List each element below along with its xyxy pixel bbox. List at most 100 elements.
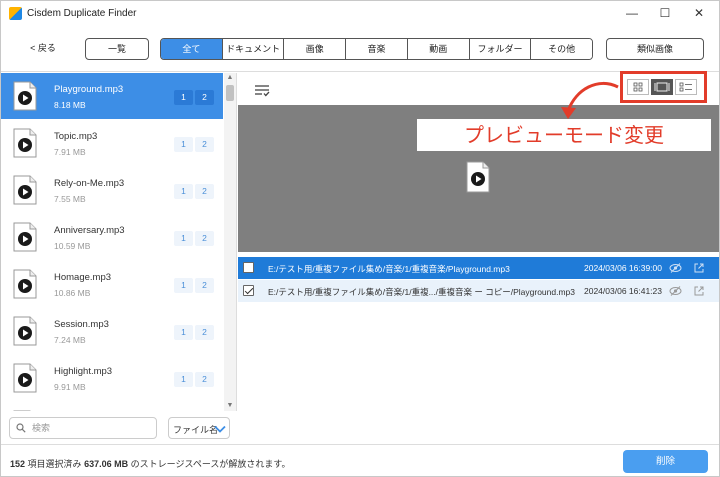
duplicate-badge: 2 bbox=[195, 184, 214, 199]
duplicate-badge: 2 bbox=[195, 231, 214, 246]
duplicate-badge: 1 bbox=[174, 137, 193, 152]
close-button[interactable]: ✕ bbox=[685, 5, 713, 21]
open-external-icon[interactable] bbox=[693, 285, 705, 297]
file-list-scrollbar[interactable]: ▲ ▼ bbox=[224, 73, 236, 411]
filmstrip-icon bbox=[654, 82, 670, 92]
search-icon bbox=[16, 423, 26, 433]
audio-file-preview-icon bbox=[466, 161, 490, 193]
sort-selected-value: ファイル名 bbox=[173, 425, 219, 435]
audio-file-icon bbox=[13, 410, 31, 411]
status-bar: 152 項目選択済み 637.06 MB のストレージスペースが解放されます。 … bbox=[1, 444, 719, 476]
duplicate-badge: 2 bbox=[195, 90, 214, 105]
tab-folders[interactable]: フォルダー bbox=[469, 39, 532, 59]
duplicate-path: E:/テスト用/重複ファイル集め/音楽/1/重複音楽/Playground.mp… bbox=[268, 264, 510, 274]
file-list-item[interactable]: Highlight.mp3 9.91 MB 12 bbox=[1, 355, 223, 401]
back-button[interactable]: < 戻る bbox=[19, 38, 67, 60]
file-list-item[interactable]: Session.mp3 7.24 MB 12 bbox=[1, 308, 223, 354]
preview-view-button[interactable] bbox=[651, 79, 673, 95]
tab-videos[interactable]: 動画 bbox=[407, 39, 470, 59]
list-check-icon[interactable] bbox=[254, 83, 270, 97]
scroll-down-icon[interactable]: ▼ bbox=[224, 401, 236, 411]
category-tabs: 全て ドキュメント 画像 音楽 動画 フォルダー その他 bbox=[160, 38, 593, 60]
duplicate-badge: 2 bbox=[195, 137, 214, 152]
audio-file-icon bbox=[13, 316, 37, 346]
audio-file-icon bbox=[13, 269, 37, 299]
duplicate-row[interactable]: E:/テスト用/重複ファイル集め/音楽/1/重複音楽/Playground.mp… bbox=[238, 257, 719, 279]
freed-size: 637.06 MB bbox=[84, 459, 129, 469]
file-name: Session.mp3 bbox=[54, 319, 109, 330]
window-title: Cisdem Duplicate Finder bbox=[27, 8, 137, 19]
file-list-item[interactable]: Rely-on-Me.mp3 7.55 MB 12 bbox=[1, 167, 223, 213]
file-name: Highlight.mp3 bbox=[54, 366, 113, 377]
duplicate-path: E:/テスト用/重複ファイル集め/音楽/1/重複.../重複音楽 ー コピー/P… bbox=[268, 287, 575, 297]
duplicate-date: 2024/03/06 16:39:00 bbox=[584, 263, 662, 273]
file-size: 7.55 MB bbox=[54, 194, 86, 204]
overview-button[interactable]: 一覧 bbox=[85, 38, 149, 60]
selected-count: 152 bbox=[10, 459, 26, 469]
file-size: 9.91 MB bbox=[54, 382, 86, 392]
duplicate-badge: 1 bbox=[174, 278, 193, 293]
preview-toolbar bbox=[238, 71, 719, 105]
app-window: Cisdem Duplicate Finder — ☐ ✕ < 戻る 一覧 全て… bbox=[0, 0, 720, 477]
duplicate-list: E:/テスト用/重複ファイル集め/音楽/1/重複音楽/Playground.mp… bbox=[238, 255, 719, 443]
file-list-item[interactable]: Topic.mp3 7.91 MB 12 bbox=[1, 120, 223, 166]
duplicate-checkbox[interactable] bbox=[243, 285, 254, 296]
title-bar: Cisdem Duplicate Finder — ☐ ✕ bbox=[1, 1, 719, 26]
tab-music[interactable]: 音楽 bbox=[346, 39, 408, 59]
list-icon bbox=[679, 82, 692, 92]
file-name: Homage.mp3 bbox=[54, 272, 112, 283]
eye-slash-icon[interactable] bbox=[669, 285, 682, 297]
eye-slash-icon[interactable] bbox=[669, 262, 682, 274]
tab-all[interactable]: 全て bbox=[161, 39, 223, 59]
toolbar: < 戻る 一覧 全て ドキュメント 画像 音楽 動画 フォルダー その他 類似画… bbox=[1, 26, 719, 72]
duplicate-badge: 1 bbox=[174, 90, 193, 105]
audio-file-icon bbox=[13, 175, 37, 205]
file-size: 10.86 MB bbox=[54, 288, 91, 298]
tab-others[interactable]: その他 bbox=[531, 39, 592, 59]
file-list-item[interactable]: Playground.mp3 8.18 MB 12 bbox=[1, 73, 223, 119]
audio-file-icon bbox=[13, 363, 37, 393]
open-external-icon[interactable] bbox=[693, 262, 705, 274]
file-list-item[interactable] bbox=[1, 402, 223, 411]
file-name: Topic.mp3 bbox=[54, 131, 98, 142]
tab-documents[interactable]: ドキュメント bbox=[222, 39, 285, 59]
maximize-button[interactable]: ☐ bbox=[651, 5, 679, 21]
tab-images[interactable]: 画像 bbox=[284, 39, 347, 59]
file-size: 7.91 MB bbox=[54, 147, 86, 157]
selected-count-label: 項目選択済み bbox=[27, 459, 82, 469]
status-text: 152 項目選択済み 637.06 MB のストレージスペースが解放されます。 bbox=[10, 457, 290, 470]
file-size: 8.18 MB bbox=[54, 100, 86, 110]
list-view-button[interactable] bbox=[675, 79, 697, 95]
audio-file-icon bbox=[13, 128, 37, 158]
scroll-thumb[interactable] bbox=[226, 85, 234, 101]
duplicate-badge: 2 bbox=[195, 278, 214, 293]
sort-select[interactable]: ファイル名 bbox=[168, 417, 230, 439]
audio-file-icon bbox=[13, 222, 37, 252]
main-panel: プレビューモード変更 E:/テスト用/重複ファイル集め/音楽/1/重複音楽/Pl… bbox=[238, 71, 719, 443]
freed-size-label: のストレージスペースが解放されます。 bbox=[130, 459, 291, 469]
delete-button[interactable]: 削除 bbox=[623, 450, 708, 473]
app-logo-icon bbox=[9, 7, 22, 20]
duplicate-row[interactable]: E:/テスト用/重複ファイル集め/音楽/1/重複.../重複音楽 ー コピー/P… bbox=[238, 280, 719, 302]
file-list-item[interactable]: Homage.mp3 10.86 MB 12 bbox=[1, 261, 223, 307]
minimize-button[interactable]: — bbox=[618, 5, 646, 21]
chevron-down-icon bbox=[214, 425, 226, 433]
similar-images-button[interactable]: 類似画像 bbox=[606, 38, 704, 60]
file-name: Playground.mp3 bbox=[54, 84, 124, 95]
audio-file-icon bbox=[13, 81, 37, 111]
search-box bbox=[9, 417, 157, 439]
duplicate-badge: 1 bbox=[174, 325, 193, 340]
file-name: Rely-on-Me.mp3 bbox=[54, 178, 125, 189]
file-size: 7.24 MB bbox=[54, 335, 86, 345]
preview-area: プレビューモード変更 bbox=[238, 81, 719, 252]
scroll-up-icon[interactable]: ▲ bbox=[224, 73, 236, 83]
duplicate-checkbox[interactable] bbox=[243, 262, 254, 273]
file-size: 10.59 MB bbox=[54, 241, 91, 251]
file-list: Playground.mp3 8.18 MB 12 Topic.mp3 7.91… bbox=[1, 73, 237, 411]
file-list-item[interactable]: Anniversary.mp3 10.59 MB 12 bbox=[1, 214, 223, 260]
duplicate-badge: 2 bbox=[195, 325, 214, 340]
duplicate-badge: 1 bbox=[174, 231, 193, 246]
search-input[interactable] bbox=[32, 421, 152, 435]
duplicate-date: 2024/03/06 16:41:23 bbox=[584, 286, 662, 296]
file-name: Anniversary.mp3 bbox=[54, 225, 125, 236]
